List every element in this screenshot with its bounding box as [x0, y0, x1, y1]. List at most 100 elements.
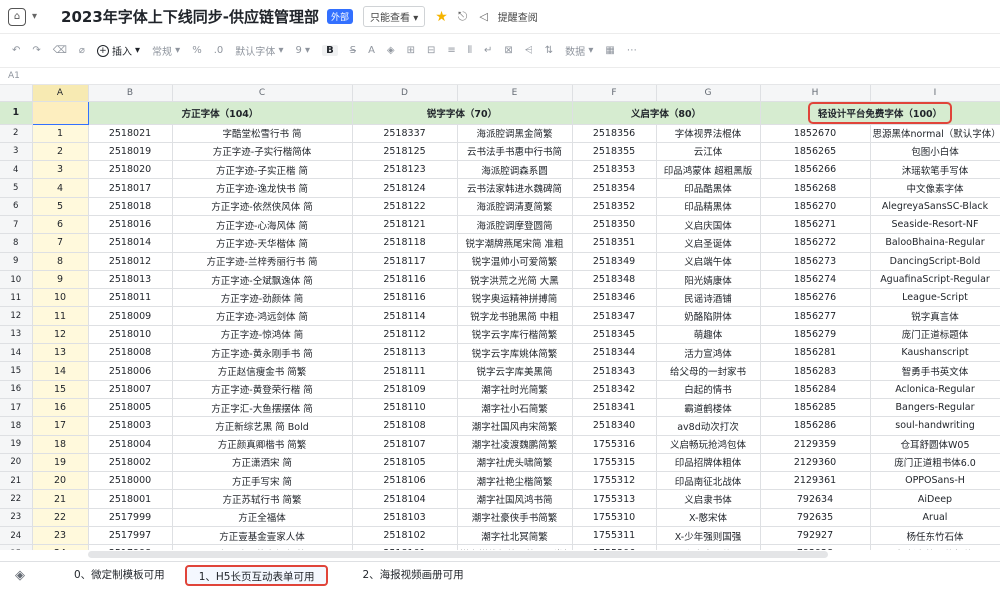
cell-g[interactable]: X-憨宋体 [656, 508, 761, 528]
cell-f[interactable]: 2518353 [572, 160, 657, 180]
cell-f[interactable]: 1755306 [572, 544, 657, 550]
cell-a[interactable]: 14 [32, 361, 89, 381]
formula-bar[interactable]: A1 [0, 68, 1000, 85]
cell-b[interactable]: 2517998 [88, 544, 173, 550]
strikethrough-icon[interactable]: S̶ [350, 45, 356, 56]
cell-h[interactable]: 1852670 [760, 124, 871, 143]
cell-h[interactable]: 1856271 [760, 215, 871, 235]
cell-d[interactable]: 2518111 [352, 361, 458, 381]
font-color-icon[interactable]: A [368, 45, 375, 56]
sheet-table[interactable]: A B C D E F G H I 1 方正字体（104） 锐字字体（70） 义… [0, 85, 1000, 550]
cell-f[interactable]: 2518349 [572, 252, 657, 271]
cell-a[interactable]: 13 [32, 343, 89, 363]
row-number[interactable]: 12 [0, 306, 33, 326]
cell-a[interactable]: 11 [32, 306, 89, 326]
cell-a[interactable]: 4 [32, 178, 89, 198]
cell-e[interactable]: 潮字社国风鸿书简 [457, 489, 573, 509]
cell-a[interactable]: 6 [32, 215, 89, 235]
cell-h[interactable]: 1856276 [760, 288, 871, 308]
cell-a[interactable]: 20 [32, 471, 89, 491]
cell-c[interactable]: 方正字迹-天华楷体 简 [172, 233, 353, 253]
remind-icon[interactable]: ◁ [479, 10, 487, 23]
row-number[interactable]: 14 [0, 343, 33, 363]
cell-i[interactable]: 智勇手书英文体 [870, 361, 1000, 381]
cell-c[interactable]: 方正字汇-大鱼摆摆体 简 [172, 398, 353, 418]
cell-c[interactable]: 方正欧阳荷庚行书 简 [172, 544, 353, 550]
cell-h[interactable]: 1856281 [760, 343, 871, 363]
cell-b[interactable]: 2517999 [88, 508, 173, 528]
cell-c[interactable]: 方正字迹-子实正楷 简 [172, 160, 353, 180]
undo-icon[interactable]: ↶ [12, 45, 20, 56]
cell-e[interactable]: 海派腔调摩登圆简 [457, 215, 573, 235]
more-icon[interactable]: ⋯ [627, 45, 637, 56]
cell-g[interactable]: av8d动次打次 [656, 416, 761, 436]
cell-e[interactable]: 锐字云字库美黑简 [457, 361, 573, 381]
cell-b[interactable]: 2518009 [88, 306, 173, 326]
view-mode-dropdown[interactable]: 只能查看 ▾ [363, 6, 426, 27]
cell-reference[interactable]: A1 [8, 71, 20, 81]
cell-g[interactable]: 义启端午体 [656, 252, 761, 271]
cell-f[interactable]: 2518355 [572, 142, 657, 162]
cell-h[interactable]: 2129359 [760, 435, 871, 454]
cell-c[interactable]: 方正苏轼行书 简繁 [172, 489, 353, 509]
cell-c[interactable]: 方正全福体 [172, 508, 353, 528]
cell-a[interactable]: 22 [32, 508, 89, 528]
cell-c[interactable]: 方正字迹-兰梓秀丽行书 简 [172, 252, 353, 271]
chart-icon[interactable]: ▦ [605, 45, 614, 56]
select-all-corner[interactable] [0, 85, 33, 102]
cell-e[interactable]: 锐字潮牌燕尾宋简 准粗 [457, 233, 573, 253]
cell-d[interactable]: 2518107 [352, 435, 458, 454]
cell-b[interactable]: 2518013 [88, 270, 173, 290]
cell-a[interactable]: 24 [32, 544, 89, 550]
cell-i[interactable]: 思源黑体normal（默认字体） [870, 124, 1000, 143]
cell-f[interactable]: 2518352 [572, 197, 657, 216]
cell-c[interactable]: 方正字迹-劲颜体 简 [172, 288, 353, 308]
cell-g[interactable]: 萌趣体 [656, 325, 761, 345]
column-header-g[interactable]: G [656, 85, 761, 102]
cell-f[interactable]: 2518347 [572, 306, 657, 326]
cell-a[interactable]: 10 [32, 288, 89, 308]
cell-f[interactable]: 2518345 [572, 325, 657, 345]
cell-i[interactable]: 锐字真言体 [870, 306, 1000, 326]
cell-g[interactable]: 印品鸿蒙体 超粗黑版 [656, 160, 761, 180]
cell-h[interactable]: 1856265 [760, 142, 871, 162]
cell-i[interactable]: Kaushanscript [870, 343, 1000, 363]
cell-f[interactable]: 2518356 [572, 124, 657, 143]
chevron-down-icon[interactable]: ▾ [32, 11, 37, 22]
cell-i[interactable]: Seaside-Resort-NF [870, 215, 1000, 235]
cell-a[interactable]: 17 [32, 416, 89, 436]
cell-b[interactable]: 2518014 [88, 233, 173, 253]
cell-c[interactable]: 方正壹基金壹家人体 [172, 526, 353, 546]
cell-b[interactable]: 2518017 [88, 178, 173, 198]
cell-h[interactable]: 1856268 [760, 178, 871, 198]
cell-b[interactable]: 2518020 [88, 160, 173, 180]
cell-b[interactable]: 2518002 [88, 453, 173, 473]
font-size-dropdown[interactable]: 9 ▾ [295, 45, 310, 56]
cell-d[interactable]: 2518104 [352, 489, 458, 509]
cell-g[interactable]: 字体视界法棍体 [656, 124, 761, 143]
cell-i[interactable]: soul-handwriting [870, 416, 1000, 436]
align-middle-icon[interactable]: ⫴ [468, 45, 472, 56]
cell-h[interactable]: 1856274 [760, 270, 871, 290]
column-header-e[interactable]: E [457, 85, 573, 102]
row-number[interactable]: 23 [0, 508, 33, 528]
row-number[interactable]: 16 [0, 380, 33, 399]
insert-button[interactable]: + 插入 ▾ [96, 43, 140, 58]
group-header-yiqi[interactable]: 义启字体（80） [572, 101, 761, 125]
cell-c[interactable]: 方正新综艺黑 简 Bold [172, 416, 353, 436]
cell-a[interactable]: 18 [32, 435, 89, 454]
cell-i[interactable]: DancingScript-Bold [870, 252, 1000, 271]
cell-h[interactable]: 1856283 [760, 361, 871, 381]
cell-c[interactable]: 方正赵信瘦金书 简繁 [172, 361, 353, 381]
cell-i[interactable]: League-Script [870, 288, 1000, 308]
cell-g[interactable]: 白起的情书 [656, 380, 761, 399]
cell-e[interactable]: 锐字锐线怒放黑简1.0 常规 [457, 544, 573, 550]
redo-icon[interactable]: ↷ [32, 45, 40, 56]
row-number[interactable]: 2 [0, 124, 33, 143]
cell-d[interactable]: 2518108 [352, 416, 458, 436]
cell-e[interactable]: 云书法家韩进水魏碑简 [457, 178, 573, 198]
cell-a[interactable]: 23 [32, 526, 89, 546]
percent-icon[interactable]: % [192, 45, 202, 56]
cell-e[interactable]: 锐字洪荒之光简 大黑 [457, 270, 573, 290]
cell-h[interactable]: 792927 [760, 526, 871, 546]
